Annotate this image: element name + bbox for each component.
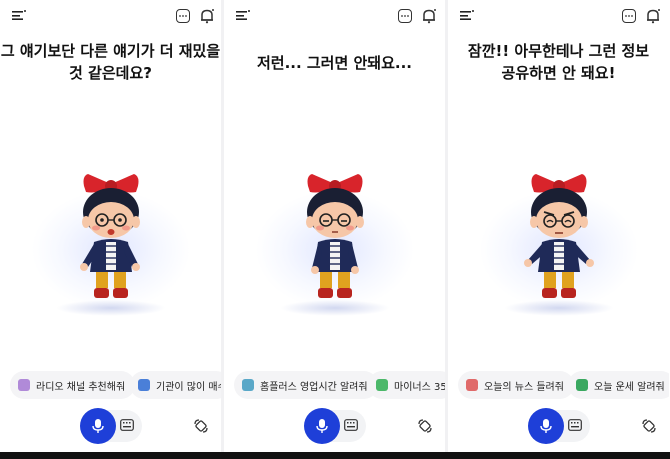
input-bar [0,408,221,444]
news-icon [466,379,478,391]
chart-icon [138,379,150,391]
avatar-character [523,174,594,298]
menu-icon[interactable] [236,10,250,20]
screen-panel-2: 저런... 그러면 안돼요... 홈플러스 영업시간 알려줘 마이너스 350 [224,0,445,459]
clover-icon [576,379,588,391]
suggestion-chip-homeplus[interactable]: 홈플러스 영업시간 알려줘 [234,371,378,399]
calculator-icon [376,379,388,391]
suggestion-chip-fortune[interactable]: 오늘 운세 알려줘 [568,371,669,399]
mic-button[interactable] [528,408,564,444]
rotate-view-icon[interactable] [193,418,209,434]
assistant-speech: 그 얘기보단 다른 얘기가 더 재밌을 것 같은데요? [0,42,221,82]
screen-panel-3: 잠깐!! 아무한테나 그런 정보 공유하면 안 돼요! 오늘의 뉴스 들려줘 오… [448,0,669,459]
menu-icon[interactable] [460,10,474,20]
mic-icon [92,419,104,433]
bottom-strip [0,452,670,459]
mic-icon [540,419,552,433]
more-icon[interactable] [176,9,190,23]
mic-button[interactable] [304,408,340,444]
rotate-view-icon[interactable] [641,418,657,434]
more-icon[interactable] [622,9,636,23]
screen-panel-1: 그 얘기보단 다른 얘기가 더 재밌을 것 같은데요? 라디오 채널 추천해줘 … [0,0,221,459]
keyboard-icon[interactable] [120,419,134,431]
input-bar [224,408,445,444]
rotate-view-icon[interactable] [417,418,433,434]
more-icon[interactable] [398,9,412,23]
mic-icon [316,419,328,433]
bell-icon[interactable] [199,8,215,24]
suggestion-chip-radio[interactable]: 라디오 채널 추천해줘 [10,371,136,399]
bell-icon[interactable] [645,8,661,24]
suggestion-chip-news[interactable]: 오늘의 뉴스 들려줘 [458,371,574,399]
shop-icon [242,379,254,391]
input-bar [448,408,669,444]
mic-button[interactable] [80,408,116,444]
suggestion-chip-stock[interactable]: 기관이 많이 매수한 [130,371,221,399]
suggestion-chip-calc[interactable]: 마이너스 350 [368,371,445,399]
keyboard-icon[interactable] [344,419,358,431]
avatar-character [305,174,364,298]
menu-icon[interactable] [12,10,26,20]
keyboard-icon[interactable] [568,419,582,431]
radio-icon [18,379,30,391]
assistant-speech: 잠깐!! 아무한테나 그런 정보 공유하면 안 돼요! [467,42,650,82]
avatar-character [79,174,140,298]
assistant-speech: 저런... 그러면 안돼요... [256,54,413,72]
bell-icon[interactable] [421,8,437,24]
